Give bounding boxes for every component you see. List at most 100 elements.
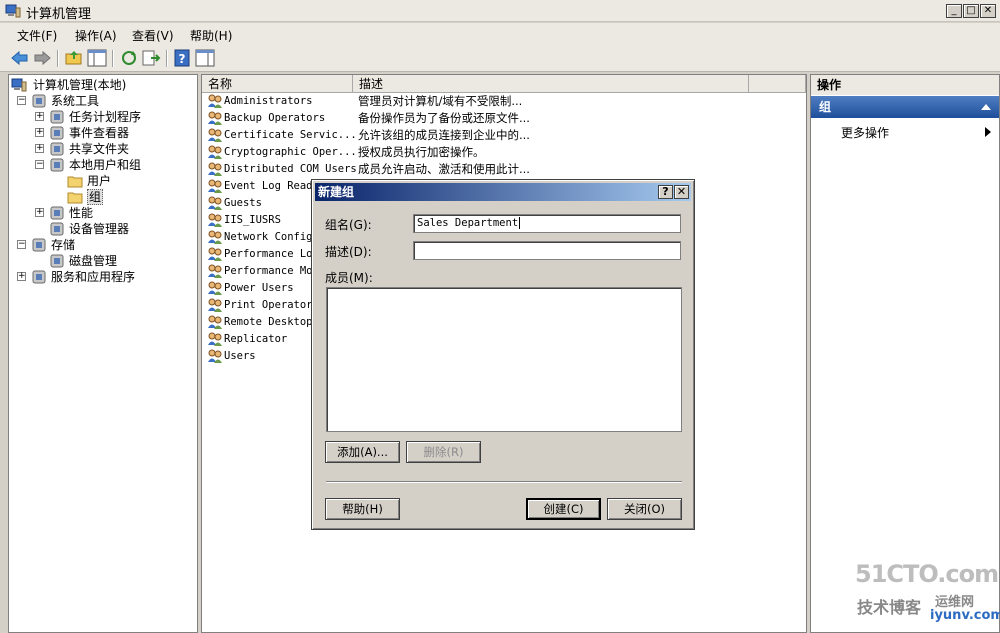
collapse-icon[interactable]: − [35, 160, 44, 169]
expand-icon[interactable]: + [35, 112, 44, 121]
more-actions-item[interactable]: 更多操作 [841, 124, 889, 141]
create-button[interactable]: 创建(C) [526, 498, 601, 520]
group-users-icon [208, 298, 222, 312]
show-action-pane-icon[interactable] [195, 49, 215, 67]
tree-item[interactable]: − 本地用户和组 [9, 157, 195, 173]
tree-item[interactable]: + 共享文件夹 [9, 141, 195, 157]
toolbar-separator [112, 50, 114, 67]
maximize-button[interactable]: □ [963, 4, 979, 18]
show-hide-tree-icon[interactable] [87, 49, 107, 67]
computer-management-icon [5, 4, 21, 18]
group-users-icon [208, 196, 222, 210]
tool-icon [50, 222, 64, 236]
toolbar: ? [0, 45, 1000, 72]
menu-file[interactable]: 文件(F) [17, 27, 57, 44]
watermark-blog-text: 技术博客 [857, 598, 922, 617]
description-label: 描述(D): [325, 245, 372, 259]
tool-icon [50, 110, 64, 124]
tree-item[interactable]: 组 [9, 189, 195, 205]
group-description: 允许该组的成员连接到企业中的... [358, 128, 530, 142]
tool-icon [50, 158, 64, 172]
tree-item[interactable]: 用户 [9, 173, 195, 189]
tree-item[interactable]: − 系统工具 [9, 93, 195, 109]
column-header-description[interactable]: 描述 [353, 75, 749, 93]
svg-text:?: ? [179, 52, 186, 66]
members-label: 成员(M): [325, 271, 373, 285]
list-item[interactable]: Administrators 管理员对计算机/域有不受限制... [202, 93, 802, 110]
tree-item[interactable]: 磁盘管理 [9, 253, 195, 269]
list-item[interactable]: Cryptographic Oper... 授权成员执行加密操作。 [202, 144, 802, 161]
group-name: Cryptographic Oper... [224, 146, 357, 158]
expand-icon[interactable]: + [35, 208, 44, 217]
menu-view[interactable]: 查看(V) [132, 27, 174, 44]
menu-help[interactable]: 帮助(H) [190, 27, 232, 44]
group-users-icon [208, 349, 222, 363]
tool-icon [32, 94, 46, 108]
members-list[interactable] [326, 287, 682, 432]
watermark: 51CTO.com 技术博客 运维网 iyunv.com [855, 560, 1000, 630]
expand-icon[interactable]: + [35, 144, 44, 153]
tree-item-label: 事件查看器 [69, 126, 130, 140]
tree-item-label: 本地用户和组 [69, 158, 142, 172]
text-cursor [519, 217, 521, 229]
tool-icon [50, 206, 64, 220]
collapse-icon[interactable]: − [17, 240, 26, 249]
more-actions-label: 更多操作 [841, 126, 890, 140]
close-button[interactable]: 关闭(O) [607, 498, 682, 520]
collapse-up-icon[interactable] [981, 104, 991, 110]
actions-group-header[interactable]: 组 [811, 96, 999, 118]
group-description: 授权成员执行加密操作。 [358, 145, 485, 159]
dialog-title: 新建组 [318, 185, 355, 199]
collapse-icon[interactable]: − [17, 96, 26, 105]
export-list-icon[interactable] [141, 49, 161, 67]
minimize-button[interactable]: _ [946, 4, 962, 18]
tree-item[interactable]: + 性能 [9, 205, 195, 221]
tree-item-label: 性能 [69, 206, 94, 220]
tree-item[interactable]: − 存储 [9, 237, 195, 253]
close-window-button[interactable]: ✕ [980, 4, 996, 18]
help-icon[interactable]: ? [173, 49, 193, 67]
forward-arrow-icon[interactable] [32, 49, 52, 67]
tree-item[interactable]: 设备管理器 [9, 221, 195, 237]
tree-item[interactable]: + 服务和应用程序 [9, 269, 195, 285]
group-users-icon [208, 315, 222, 329]
group-users-icon [208, 247, 222, 261]
group-users-icon [208, 332, 222, 346]
dialog-titlebar: 新建组 ? ✕ [315, 183, 691, 201]
folder-icon [67, 192, 83, 204]
actions-group-label: 组 [819, 100, 832, 114]
add-button[interactable]: 添加(A)... [325, 441, 400, 463]
group-name: Print Operators [224, 299, 319, 311]
refresh-icon[interactable] [119, 49, 139, 67]
menu-action[interactable]: 操作(A) [75, 27, 117, 44]
dialog-separator [326, 481, 682, 483]
help-button[interactable]: 帮助(H) [325, 498, 400, 520]
list-item[interactable]: Distributed COM Users 成员允许启动、激活和使用此计... [202, 161, 802, 178]
expand-icon[interactable]: + [35, 128, 44, 137]
watermark-logo-text: 51CTO.com [855, 560, 999, 588]
back-arrow-icon[interactable] [10, 49, 30, 67]
expand-icon[interactable]: + [17, 272, 26, 281]
watermark-site-text: iyunv.com [930, 608, 1000, 623]
tool-icon [32, 238, 46, 252]
list-item[interactable]: Certificate Servic... 允许该组的成员连接到企业中的... [202, 127, 802, 144]
tree-root-label: 计算机管理(本地) [33, 78, 127, 92]
group-name: Performance Log [224, 248, 319, 260]
window-titlebar: 计算机管理 _ □ ✕ [0, 0, 1000, 22]
description-input[interactable] [413, 241, 681, 260]
tree-item[interactable]: + 任务计划程序 [9, 109, 195, 125]
tree-item[interactable]: + 事件查看器 [9, 125, 195, 141]
up-folder-icon[interactable] [64, 49, 84, 67]
list-item[interactable]: Backup Operators 备份操作员为了备份或还原文件... [202, 110, 802, 127]
dialog-close-button[interactable]: ✕ [674, 185, 689, 199]
column-header-name[interactable]: 名称 [202, 75, 353, 93]
remove-button[interactable]: 删除(R) [406, 441, 481, 463]
group-name: Network Configu [224, 231, 319, 243]
tool-icon [50, 126, 64, 140]
tree-item-label: 磁盘管理 [69, 254, 118, 268]
dialog-help-button[interactable]: ? [658, 185, 673, 199]
toolbar-separator [57, 50, 59, 67]
group-users-icon [208, 145, 222, 159]
window-title: 计算机管理 [26, 7, 92, 22]
group-name-input[interactable]: Sales Department [413, 214, 681, 233]
